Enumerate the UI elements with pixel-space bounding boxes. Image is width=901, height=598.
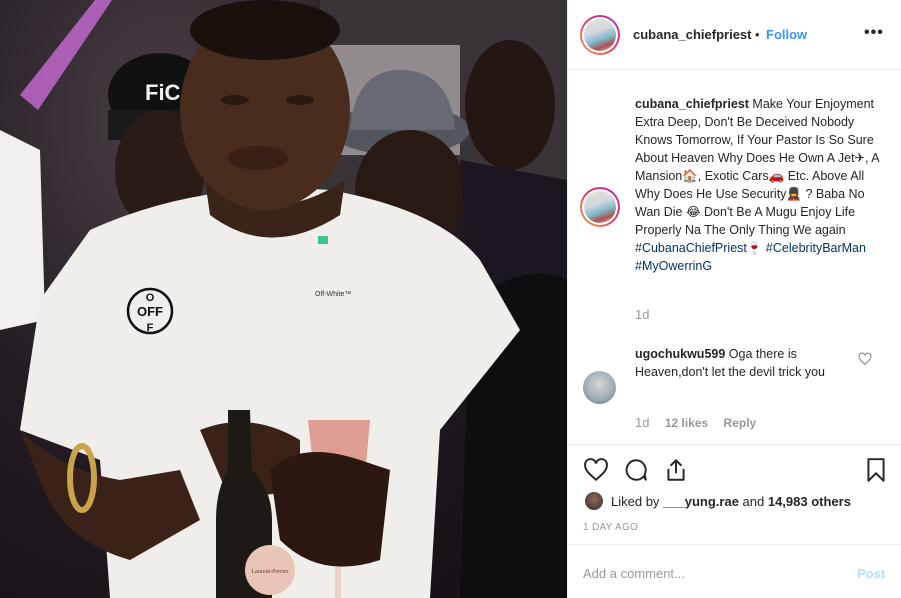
commenter-avatar[interactable]	[583, 371, 616, 404]
shirt-tag	[318, 236, 328, 244]
comment-item: ugochukwu599 Oga there is Heaven,don't l…	[635, 345, 855, 381]
main-mouth	[228, 146, 288, 170]
liked-by-user[interactable]: ___yung.rae	[663, 494, 739, 509]
follow-button[interactable]: Follow	[766, 27, 807, 42]
comment-likes[interactable]: 12 likes	[665, 416, 708, 430]
post-actions: Liked by ___yung.rae and 14,983 others 1…	[568, 444, 901, 544]
hashtag-celebritybarman[interactable]: #CelebrityBarMan	[766, 241, 866, 255]
caption-username[interactable]: cubana_chiefpriest	[635, 97, 749, 111]
header-separator: •	[755, 27, 760, 42]
save-bookmark-icon[interactable]	[863, 457, 889, 483]
post-timestamp[interactable]: 1 DAY AGO	[583, 522, 638, 533]
post-comment-button[interactable]: Post	[857, 566, 885, 581]
cap-text: FiC	[145, 80, 181, 105]
caption-time[interactable]: 1d	[635, 307, 649, 322]
post-header: cubana_chiefpriest • Follow •••	[568, 0, 901, 70]
liked-middle: and	[738, 494, 768, 509]
comment-like-heart-icon[interactable]	[858, 352, 872, 366]
like-heart-icon[interactable]	[583, 457, 609, 483]
comment-reply-button[interactable]: Reply	[724, 416, 757, 430]
caption-author-avatar[interactable]	[580, 187, 620, 227]
right-man-head	[465, 40, 555, 170]
liked-by-avatar[interactable]	[585, 492, 603, 510]
hashtag-cubanachiefpriest[interactable]: #CubanaChiefPriest🍷	[635, 241, 762, 255]
main-eye-right	[286, 95, 314, 105]
add-comment-bar: Post	[568, 544, 901, 598]
neon-light	[20, 0, 112, 110]
more-options-icon[interactable]: •••	[864, 24, 884, 42]
comment-meta: 1d 12 likes Reply	[635, 415, 768, 430]
liked-by-text: Liked by ___yung.rae and 14,983 others	[611, 494, 851, 509]
caption-text: Make Your Enjoyment Extra Deep, Don't Be…	[635, 97, 879, 237]
share-icon[interactable]	[663, 457, 689, 483]
comment-username[interactable]: ugochukwu599	[635, 347, 725, 361]
comment-time[interactable]: 1d	[635, 415, 649, 430]
post-details-panel: cubana_chiefpriest • Follow ••• cubana_c…	[567, 0, 901, 598]
off-patch-letter-mid: OFF	[137, 304, 163, 319]
photo-scene: FiC O OFF F Off-White™ Laurent-Perrier	[0, 0, 567, 598]
liked-others-count[interactable]: 14,983 others	[768, 494, 851, 509]
bottle-label-text: Laurent-Perrier	[252, 569, 289, 575]
left-person-shirt	[0, 130, 45, 330]
main-eye-left	[221, 95, 249, 105]
post-caption: cubana_chiefpriest Make Your Enjoyment E…	[635, 95, 889, 275]
off-patch-letter-bottom: F	[147, 322, 154, 334]
comment-bubble-icon[interactable]	[623, 457, 649, 483]
author-avatar[interactable]	[580, 15, 620, 55]
post-photo[interactable]: FiC O OFF F Off-White™ Laurent-Perrier	[0, 0, 567, 598]
main-hair	[190, 0, 340, 60]
author-username[interactable]: cubana_chiefpriest	[633, 27, 752, 42]
shirt-brand-text: Off-White™	[315, 291, 351, 298]
hashtag-myowerring[interactable]: #MyOwerrinG	[635, 259, 712, 273]
off-patch-letter-top: O	[146, 292, 155, 304]
add-comment-input[interactable]	[583, 563, 833, 583]
liked-prefix: Liked by	[611, 494, 664, 509]
